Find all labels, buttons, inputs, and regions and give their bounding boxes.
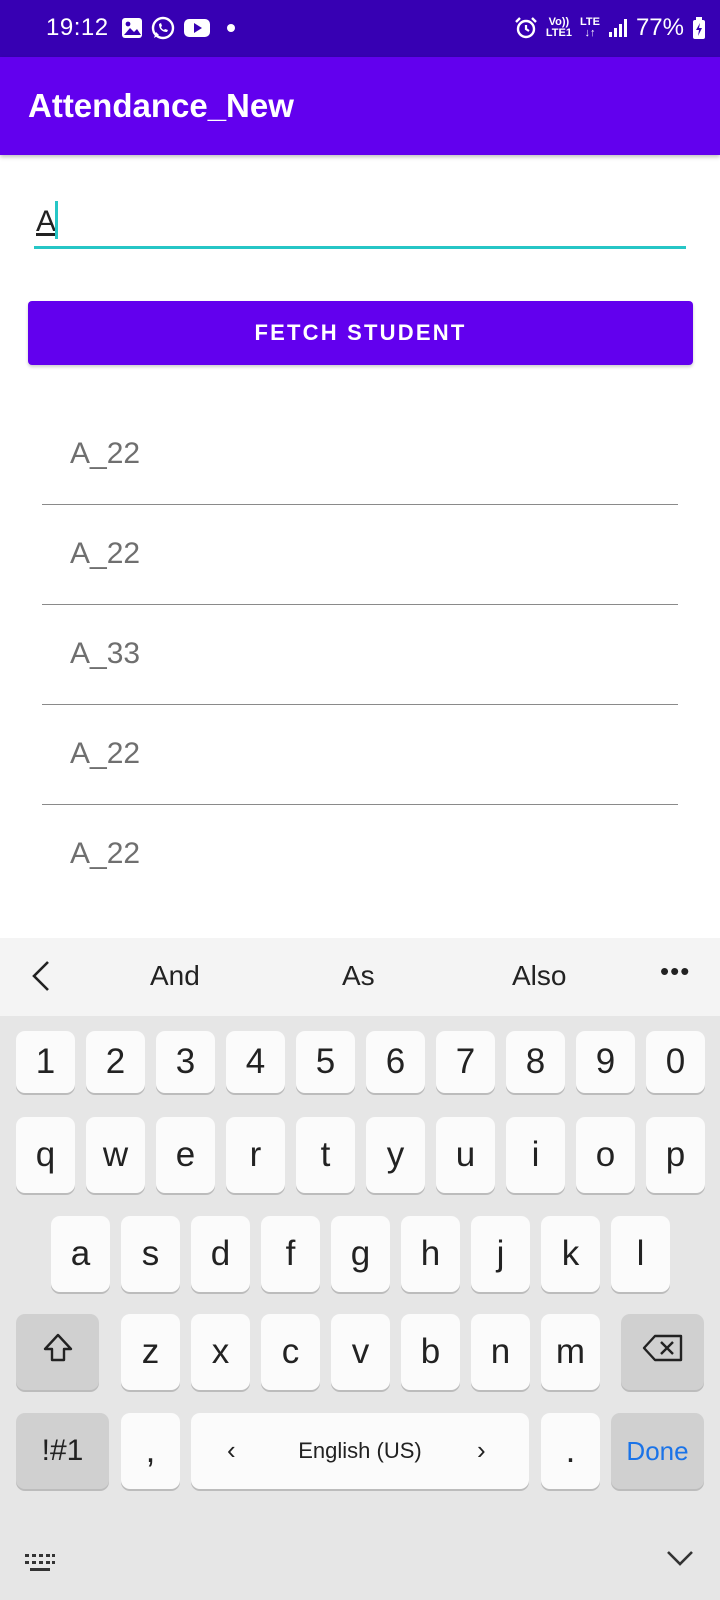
suggestion-strip: And As Also ••• xyxy=(0,938,720,1016)
list-item[interactable]: A_22 xyxy=(42,405,678,505)
key-k[interactable]: k xyxy=(541,1216,600,1292)
fetch-student-button[interactable]: FETCH STUDENT xyxy=(28,301,693,365)
key-e[interactable]: e xyxy=(156,1117,215,1193)
key-3[interactable]: 3 xyxy=(156,1031,215,1093)
lte-indicator: LTE ↓↑ xyxy=(580,17,600,39)
key-w[interactable]: w xyxy=(86,1117,145,1193)
list-item[interactable]: A_22 xyxy=(42,705,678,805)
battery-level: 77% xyxy=(635,14,684,41)
backspace-icon xyxy=(642,1332,684,1372)
shift-icon xyxy=(41,1331,75,1374)
key-v[interactable]: v xyxy=(331,1314,390,1390)
key-x[interactable]: x xyxy=(191,1314,250,1390)
key-m[interactable]: m xyxy=(541,1314,600,1390)
space-key[interactable]: ‹ English (US) › xyxy=(191,1413,529,1489)
shift-key[interactable] xyxy=(16,1314,99,1390)
lte1-label: LTE1 xyxy=(545,27,572,39)
key-6[interactable]: 6 xyxy=(366,1031,425,1093)
key-d[interactable]: d xyxy=(191,1216,250,1292)
dot-icon xyxy=(227,24,235,32)
notification-icons xyxy=(121,16,235,40)
keyboard: 1 2 3 4 5 6 7 8 9 0 q w e r t y u i o p … xyxy=(0,1016,720,1600)
key-z[interactable]: z xyxy=(121,1314,180,1390)
chevron-left-icon: ‹ xyxy=(227,1435,236,1465)
backspace-key[interactable] xyxy=(621,1314,704,1390)
chevron-left-icon[interactable] xyxy=(24,956,60,996)
symbols-key[interactable]: !#1 xyxy=(16,1413,109,1489)
student-label: A_22 xyxy=(70,737,141,770)
key-b[interactable]: b xyxy=(401,1314,460,1390)
done-key[interactable]: Done xyxy=(611,1413,704,1489)
suggestion-also[interactable]: Also xyxy=(512,960,566,992)
done-label: Done xyxy=(626,1435,689,1466)
signal-icon xyxy=(608,18,628,38)
gallery-icon xyxy=(121,17,143,39)
status-time: 19:12 xyxy=(46,14,109,41)
chevron-right-icon: › xyxy=(477,1435,486,1465)
key-7[interactable]: 7 xyxy=(436,1031,495,1093)
key-9[interactable]: 9 xyxy=(576,1031,635,1093)
key-1[interactable]: 1 xyxy=(16,1031,75,1093)
app-bar: Attendance_New xyxy=(0,57,720,155)
key-n[interactable]: n xyxy=(471,1314,530,1390)
key-i[interactable]: i xyxy=(506,1117,565,1193)
youtube-icon xyxy=(183,17,211,39)
input-underline xyxy=(34,246,686,249)
key-p[interactable]: p xyxy=(646,1117,705,1193)
student-label: A_22 xyxy=(70,537,141,570)
student-label: A_22 xyxy=(70,437,141,470)
whatsapp-icon xyxy=(151,16,175,40)
text-caret xyxy=(55,201,58,239)
student-search-input[interactable] xyxy=(34,196,686,248)
data-arrows: ↓↑ xyxy=(584,27,596,39)
key-0[interactable]: 0 xyxy=(646,1031,705,1093)
key-y[interactable]: y xyxy=(366,1117,425,1193)
app-title: Attendance_New xyxy=(28,87,294,124)
key-l[interactable]: l xyxy=(611,1216,670,1292)
battery-charging-icon xyxy=(692,16,706,40)
student-search-field[interactable] xyxy=(34,196,686,251)
hide-keyboard-icon[interactable] xyxy=(664,1548,696,1575)
key-8[interactable]: 8 xyxy=(506,1031,565,1093)
key-o[interactable]: o xyxy=(576,1117,635,1193)
key-q[interactable]: q xyxy=(16,1117,75,1193)
student-label: A_33 xyxy=(70,637,141,670)
period-key[interactable]: . xyxy=(541,1413,600,1489)
more-options-icon[interactable]: ••• xyxy=(660,956,690,987)
volte-indicator: Vo)) LTE1 xyxy=(546,17,572,39)
list-item[interactable]: A_33 xyxy=(42,605,678,705)
key-g[interactable]: g xyxy=(331,1216,390,1292)
status-bar: 19:12 Vo)) LTE1 LTE ↓↑ 77% xyxy=(0,0,720,57)
list-item[interactable]: A_22 xyxy=(42,505,678,605)
list-item[interactable]: A_22 xyxy=(42,805,678,905)
suggestion-and[interactable]: And xyxy=(150,960,200,992)
language-label: English (US) xyxy=(298,1438,422,1463)
key-c[interactable]: c xyxy=(261,1314,320,1390)
keyboard-switch-icon[interactable] xyxy=(24,1552,56,1579)
system-icons: Vo)) LTE1 LTE ↓↑ 77% xyxy=(514,14,706,42)
comma-key[interactable]: , xyxy=(121,1413,180,1489)
key-a[interactable]: a xyxy=(51,1216,110,1292)
key-5[interactable]: 5 xyxy=(296,1031,355,1093)
key-u[interactable]: u xyxy=(436,1117,495,1193)
key-r[interactable]: r xyxy=(226,1117,285,1193)
key-s[interactable]: s xyxy=(121,1216,180,1292)
key-f[interactable]: f xyxy=(261,1216,320,1292)
alarm-icon xyxy=(514,16,538,40)
key-t[interactable]: t xyxy=(296,1117,355,1193)
student-label: A_22 xyxy=(70,837,141,870)
key-2[interactable]: 2 xyxy=(86,1031,145,1093)
key-j[interactable]: j xyxy=(471,1216,530,1292)
key-4[interactable]: 4 xyxy=(226,1031,285,1093)
student-list: A_22 A_22 A_33 A_22 A_22 xyxy=(42,405,678,905)
suggestion-as[interactable]: As xyxy=(342,960,375,992)
key-h[interactable]: h xyxy=(401,1216,460,1292)
